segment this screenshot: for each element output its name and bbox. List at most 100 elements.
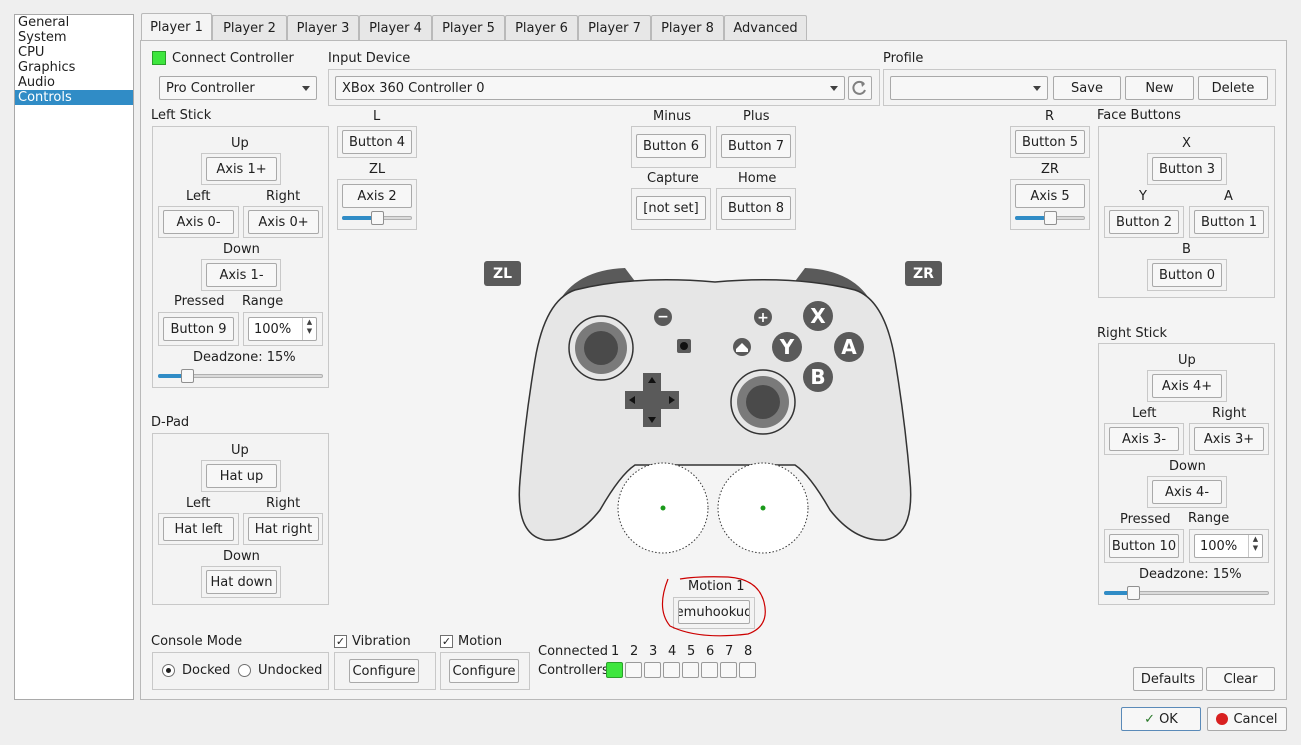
left-stick-title: Left Stick — [151, 108, 212, 123]
controller-connected-7[interactable] — [720, 662, 737, 678]
controller-type-select[interactable]: Pro Controller — [159, 76, 317, 100]
r-label: R — [1045, 109, 1055, 124]
face-y-button[interactable]: Button 2 — [1109, 210, 1179, 234]
left-stick-right-button[interactable]: Axis 0+ — [248, 210, 319, 234]
settings-category-list[interactable]: General System CPU Graphics Audio Contro… — [14, 14, 134, 700]
right-stick-pressed-button[interactable]: Button 10 — [1109, 534, 1179, 558]
home-button[interactable]: Button 8 — [721, 196, 791, 220]
zr-button[interactable]: Axis 5 — [1015, 184, 1085, 208]
cancel-label: Cancel — [1233, 711, 1278, 727]
input-device-select[interactable]: XBox 360 Controller 0 — [335, 76, 845, 100]
sidebar-item-audio[interactable]: Audio — [15, 75, 133, 90]
plus-button[interactable]: Button 7 — [721, 134, 791, 158]
profile-delete-button[interactable]: Delete — [1198, 76, 1268, 100]
controller-connected-3[interactable] — [644, 662, 661, 678]
controller-number-8: 8 — [744, 644, 753, 659]
motion-configure-button[interactable]: Configure — [449, 659, 519, 683]
connect-controller-label: Connect Controller — [172, 51, 294, 66]
controller-number-6: 6 — [706, 644, 715, 659]
right-stick-left-button[interactable]: Axis 3- — [1109, 427, 1179, 451]
slider-handle[interactable] — [1127, 586, 1140, 600]
left-stick-right-label: Right — [266, 189, 301, 204]
left-stick-up-button[interactable]: Axis 1+ — [206, 157, 277, 181]
chevron-down-icon — [302, 86, 310, 91]
spin-arrows-icon[interactable]: ▲ ▼ — [1248, 535, 1262, 557]
right-stick-range-spinbox[interactable]: 100% ▲ ▼ — [1194, 534, 1263, 558]
sidebar-item-controls[interactable]: Controls — [15, 90, 133, 105]
dpad-left-button[interactable]: Hat left — [163, 517, 234, 541]
cancel-button[interactable]: Cancel — [1207, 707, 1287, 731]
controller-connected-6[interactable] — [701, 662, 718, 678]
controller-connected-8[interactable] — [739, 662, 756, 678]
tab-player-5[interactable]: Player 5 — [432, 15, 505, 40]
profile-label: Profile — [883, 51, 924, 66]
docked-radio[interactable] — [162, 664, 175, 677]
zl-button[interactable]: Axis 2 — [342, 184, 412, 208]
right-stick-up-label: Up — [1178, 353, 1196, 368]
controller-number-1: 1 — [611, 644, 620, 659]
defaults-button[interactable]: Defaults — [1133, 667, 1203, 691]
tab-player-8[interactable]: Player 8 — [651, 15, 724, 40]
r-button[interactable]: Button 5 — [1015, 130, 1085, 154]
controller-connected-2[interactable] — [625, 662, 642, 678]
face-glyph-a: A — [841, 335, 857, 359]
sidebar-item-system[interactable]: System — [15, 30, 133, 45]
dpad-up-button[interactable]: Hat up — [206, 464, 277, 488]
right-stick-down-button[interactable]: Axis 4- — [1152, 480, 1222, 504]
clear-button[interactable]: Clear — [1206, 667, 1275, 691]
tab-player-6[interactable]: Player 6 — [505, 15, 578, 40]
controller-connected-1[interactable] — [606, 662, 623, 678]
vibration-checkbox[interactable]: ✓ — [334, 635, 347, 648]
spin-arrows-icon[interactable]: ▲ ▼ — [302, 318, 316, 340]
left-stick-pressed-button[interactable]: Button 9 — [163, 317, 234, 341]
dpad-right-button[interactable]: Hat right — [248, 517, 319, 541]
face-a-button[interactable]: Button 1 — [1194, 210, 1264, 234]
tab-player-4[interactable]: Player 4 — [359, 15, 432, 40]
right-stick-deadzone-slider[interactable] — [1104, 586, 1269, 600]
motion-checkbox[interactable]: ✓ — [440, 635, 453, 648]
face-glyph-x: X — [810, 304, 826, 328]
left-stick-up-label: Up — [231, 136, 249, 151]
right-stick-title: Right Stick — [1097, 326, 1168, 341]
left-stick-deadzone-slider[interactable] — [158, 369, 323, 383]
tab-player-7[interactable]: Player 7 — [578, 15, 651, 40]
dpad-down-button[interactable]: Hat down — [206, 570, 277, 594]
dpad-up-label: Up — [231, 443, 249, 458]
face-x-button[interactable]: Button 3 — [1152, 157, 1222, 181]
controller-connected-5[interactable] — [682, 662, 699, 678]
profile-select[interactable] — [890, 76, 1048, 100]
ok-button[interactable]: ✓ OK — [1121, 707, 1201, 731]
slider-handle[interactable] — [181, 369, 194, 383]
controller-number-3: 3 — [649, 644, 658, 659]
capture-button[interactable]: [not set] — [636, 196, 706, 220]
tab-player-1[interactable]: Player 1 — [141, 13, 212, 41]
sidebar-item-cpu[interactable]: CPU — [15, 45, 133, 60]
controller-connected-4[interactable] — [663, 662, 680, 678]
right-stick-up-button[interactable]: Axis 4+ — [1152, 374, 1222, 398]
l-button[interactable]: Button 4 — [342, 130, 412, 154]
left-stick-left-button[interactable]: Axis 0- — [163, 210, 234, 234]
sidebar-item-general[interactable]: General — [15, 15, 133, 30]
face-b-button[interactable]: Button 0 — [1152, 263, 1222, 287]
tab-advanced[interactable]: Advanced — [724, 15, 807, 40]
tab-player-3[interactable]: Player 3 — [287, 15, 359, 40]
left-stick-pressed-label: Pressed — [174, 294, 225, 309]
zr-threshold-slider[interactable] — [1015, 211, 1085, 225]
minus-button[interactable]: Button 6 — [636, 134, 706, 158]
slider-handle[interactable] — [1044, 211, 1057, 225]
refresh-devices-button[interactable] — [848, 76, 872, 100]
right-stick-right-button[interactable]: Axis 3+ — [1194, 427, 1264, 451]
profile-new-button[interactable]: New — [1125, 76, 1194, 100]
undocked-radio[interactable] — [238, 664, 251, 677]
slider-handle[interactable] — [371, 211, 384, 225]
tab-player-2[interactable]: Player 2 — [212, 15, 287, 40]
connect-controller-checkbox[interactable] — [152, 51, 166, 65]
sidebar-item-graphics[interactable]: Graphics — [15, 60, 133, 75]
minus-label: Minus — [653, 109, 692, 124]
left-stick-range-spinbox[interactable]: 100% ▲ ▼ — [248, 317, 317, 341]
left-stick-down-button[interactable]: Axis 1- — [206, 263, 277, 287]
zl-threshold-slider[interactable] — [342, 211, 412, 225]
plus-glyph: + — [757, 310, 769, 326]
vibration-configure-button[interactable]: Configure — [349, 659, 419, 683]
profile-save-button[interactable]: Save — [1053, 76, 1121, 100]
